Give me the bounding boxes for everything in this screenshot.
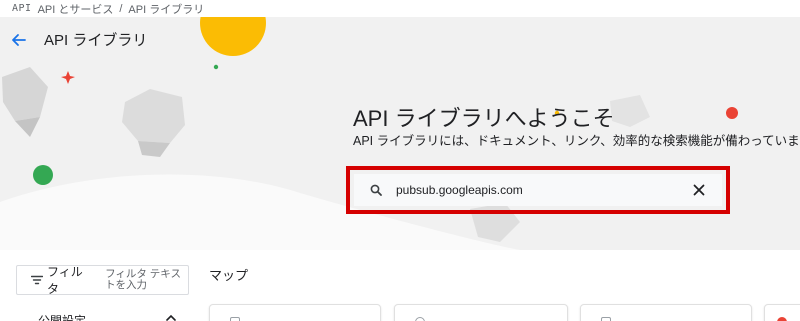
breadcrumb-parent[interactable]: API とサービス <box>38 1 114 17</box>
api-icon: API <box>12 3 32 14</box>
api-card-icon <box>415 317 425 321</box>
breadcrumb: API API とサービス / API ライブラリ <box>0 0 800 17</box>
api-card-icon <box>777 317 787 321</box>
welcome-subtitle: API ライブラリには、ドキュメント、リンク、効率的な検索機能が備わっています。 <box>353 134 800 148</box>
filter-input-placeholder[interactable]: フィルタ テキストを入力 <box>105 269 188 291</box>
chevron-up-icon[interactable] <box>166 314 176 321</box>
filter-bar[interactable]: フィルタ フィルタ テキストを入力 <box>16 265 189 296</box>
api-card[interactable] <box>764 304 800 321</box>
clear-search-button[interactable] <box>688 179 710 201</box>
close-icon <box>693 184 705 196</box>
breadcrumb-separator: / <box>119 2 123 15</box>
breadcrumb-current: API ライブラリ <box>128 3 205 16</box>
filter-label: フィルタ <box>47 265 83 296</box>
api-card[interactable] <box>209 304 381 321</box>
back-button[interactable] <box>8 29 30 51</box>
api-card-icon <box>601 317 611 321</box>
filter-icon <box>31 275 43 285</box>
search-icon <box>370 183 384 197</box>
section-title-maps: マップ <box>209 268 249 283</box>
visibility-filter-label[interactable]: 公開設定 <box>38 312 86 321</box>
arrow-back-icon <box>12 34 26 46</box>
search-input[interactable] <box>396 183 688 197</box>
page-title: API ライブラリ <box>44 32 148 49</box>
api-card-icon <box>230 317 240 321</box>
api-card[interactable] <box>580 304 752 321</box>
hero-banner: API ライブラリ API ライブラリへようこそ API ライブラリには、ドキュ… <box>0 17 800 250</box>
welcome-title: API ライブラリへようこそ <box>353 106 615 131</box>
api-card[interactable] <box>394 304 568 321</box>
search-highlight <box>346 166 730 214</box>
search-box[interactable] <box>354 174 722 206</box>
